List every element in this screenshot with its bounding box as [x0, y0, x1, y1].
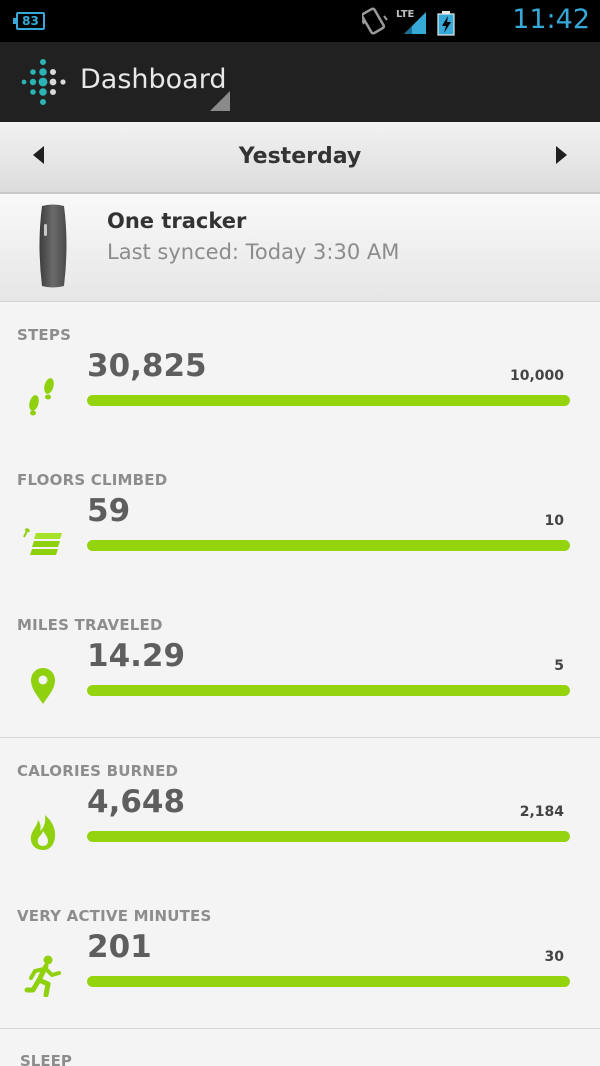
network-type-label: LTE — [396, 9, 415, 20]
stat-floors[interactable]: FLOORS CLIMBED 59 10 — [0, 447, 600, 593]
stat-steps[interactable]: STEPS 30,825 10,000 — [0, 302, 600, 448]
progress-bar — [87, 831, 570, 842]
stat-label: VERY ACTIVE MINUTES — [17, 907, 212, 925]
stat-active-minutes[interactable]: VERY ACTIVE MINUTES 201 30 — [0, 883, 600, 1029]
progress-bar — [87, 395, 570, 406]
footprints-icon — [29, 378, 54, 416]
stat-goal: 10,000 — [509, 368, 564, 384]
stat-goal: 30 — [544, 949, 564, 965]
battery-notification-badge: 83 — [13, 12, 45, 30]
stat-label: STEPS — [17, 326, 72, 344]
progress-bar — [87, 540, 570, 551]
stat-calories[interactable]: CALORIES BURNED 4,648 2,184 — [0, 738, 600, 884]
flame-icon — [30, 815, 56, 850]
stat-label: MILES TRAVELED — [17, 616, 163, 634]
dropdown-indicator-icon[interactable] — [210, 91, 230, 111]
screen-title-dropdown[interactable]: Dashboard — [80, 64, 226, 95]
date-navigation: Yesterday — [0, 122, 600, 194]
progress-fill — [87, 540, 570, 551]
clock: 11:42 — [512, 4, 590, 35]
stat-value: 59 — [87, 493, 131, 529]
running-icon — [24, 955, 61, 997]
fitbit-logo-icon[interactable] — [18, 58, 68, 106]
map-pin-icon — [31, 668, 55, 704]
stat-label-sleep[interactable]: SLEEP — [20, 1052, 72, 1066]
status-icons: LTE — [362, 7, 455, 36]
stat-goal: 2,184 — [519, 804, 564, 820]
stat-value: 201 — [87, 929, 152, 965]
progress-fill — [87, 831, 570, 842]
stat-goal: 5 — [554, 658, 564, 674]
stat-goal: 10 — [544, 513, 564, 529]
chevron-right-icon[interactable] — [556, 146, 567, 164]
status-bar: 83 LTE 11:42 — [0, 0, 600, 42]
vibrate-icon — [362, 7, 388, 35]
last-synced: Last synced: Today 3:30 AM — [107, 240, 400, 264]
progress-bar — [87, 976, 570, 987]
stat-value: 4,648 — [87, 784, 186, 820]
stat-miles[interactable]: MILES TRAVELED 14.29 5 — [0, 592, 600, 738]
progress-bar — [87, 685, 570, 696]
stat-value: 30,825 — [87, 348, 207, 384]
date-label: Yesterday — [238, 144, 362, 169]
stat-label: FLOORS CLIMBED — [17, 471, 168, 489]
action-bar: Dashboard — [0, 42, 600, 122]
tracker-device-icon — [39, 204, 67, 288]
progress-fill — [87, 685, 570, 696]
stat-label: CALORIES BURNED — [17, 762, 179, 780]
tracker-name: One tracker — [107, 209, 247, 233]
battery-charging-icon — [437, 11, 455, 36]
progress-fill — [87, 395, 570, 406]
stairs-icon — [23, 528, 62, 555]
stat-value: 14.29 — [87, 638, 186, 674]
progress-fill — [87, 976, 570, 987]
tracker-card[interactable]: One tracker Last synced: Today 3:30 AM — [0, 194, 600, 302]
